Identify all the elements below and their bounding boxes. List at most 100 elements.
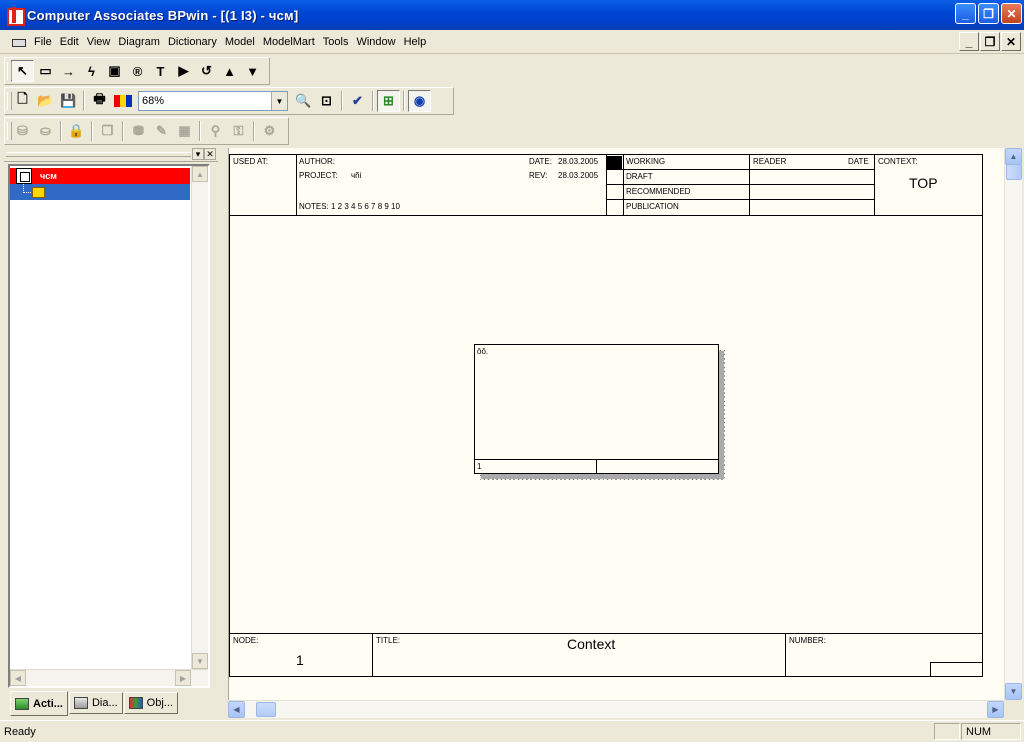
document-menu-icon[interactable]	[10, 35, 28, 49]
diagram-vertical-scrollbar[interactable]: ▲ ▼	[1004, 148, 1022, 700]
zoom-value: 68%	[142, 95, 165, 107]
model-tree[interactable]: чсм ▲ ▼ ◀ ▶	[8, 164, 210, 688]
arrow-tool-icon[interactable]: →	[57, 60, 80, 82]
status-draft: DRAFT	[626, 172, 653, 181]
zoom-fit-icon[interactable]: ⊡	[315, 90, 338, 112]
activity-box[interactable]: ôô. 1	[474, 344, 719, 474]
scroll-left-icon[interactable]: ◀	[228, 701, 245, 718]
node-value: 1	[296, 652, 304, 668]
spell-check-icon[interactable]: ✔	[346, 90, 369, 112]
mm-help-icon[interactable]: ⚙	[258, 120, 281, 142]
tree-item-child[interactable]	[10, 184, 190, 200]
tree-item-root-label: чсм	[40, 171, 57, 181]
mm-grid-icon[interactable]: ▦	[173, 120, 196, 142]
used-at-label: USED AT:	[233, 157, 268, 166]
mm-users-icon[interactable]: ⚲	[204, 120, 227, 142]
status-bar: Ready NUM	[0, 720, 1024, 742]
diagram-footer-frame: NODE: 1 TITLE: Context NUMBER:	[229, 633, 983, 677]
open-folder-icon[interactable]: 📂	[34, 90, 57, 112]
menu-diagram[interactable]: Diagram	[114, 36, 164, 48]
menu-model[interactable]: Model	[221, 36, 259, 48]
tab-diagrams-label: Dia...	[91, 697, 118, 709]
panel-grip[interactable]	[6, 152, 191, 157]
mdi-minimize-button[interactable]: _	[959, 32, 979, 51]
tab-diagrams[interactable]: Dia...	[68, 692, 123, 714]
vertical-scroll-thumb[interactable]	[1006, 164, 1022, 180]
modelmart-globe-icon[interactable]: ◉	[408, 90, 431, 112]
date-value: 28.03.2005	[558, 157, 599, 166]
notes-label: NOTES: 1 2 3 4 5 6 7 8 9 10	[299, 202, 400, 211]
mm-security-icon[interactable]: ⚿	[227, 120, 250, 142]
tree-horizontal-scrollbar[interactable]: ◀ ▶	[10, 669, 208, 686]
tree-vertical-scrollbar[interactable]: ▲ ▼	[191, 166, 208, 669]
menu-tools[interactable]: Tools	[319, 36, 353, 48]
print-icon[interactable]: 🖶	[88, 90, 111, 112]
menu-modelmart[interactable]: ModelMart	[259, 36, 319, 48]
scroll-up-icon[interactable]: ▲	[192, 166, 208, 182]
node-label: NODE:	[233, 636, 259, 645]
color-palette-icon[interactable]	[111, 90, 134, 112]
scroll-down-icon[interactable]: ▼	[1005, 683, 1022, 700]
status-publication: PUBLICATION	[626, 202, 679, 211]
mdi-close-button[interactable]: ✕	[1001, 32, 1021, 51]
lock-icon[interactable]: 🔒	[65, 120, 88, 142]
mm-edit-icon[interactable]: ✎	[150, 120, 173, 142]
diagram-horizontal-scrollbar[interactable]: ◀ ▶	[228, 700, 1004, 718]
box-tool-icon[interactable]: ▭	[34, 60, 57, 82]
mm-library-icon[interactable]: ❐	[96, 120, 119, 142]
pointer-tool-icon[interactable]: ↖	[11, 60, 34, 82]
menu-help[interactable]: Help	[400, 36, 431, 48]
mdi-restore-button[interactable]: ❐	[980, 32, 1000, 51]
scroll-down-icon[interactable]: ▼	[192, 653, 208, 669]
panel-close-icon[interactable]: ✕	[204, 148, 216, 160]
diagram-header-frame: USED AT: AUTHOR: PROJECT: чñі DATE: 28.0…	[229, 154, 983, 216]
date-label: DATE:	[529, 157, 552, 166]
tree-connector	[23, 184, 31, 193]
mm-open-icon[interactable]: ⛃	[127, 120, 150, 142]
activity-box-number: 1	[477, 462, 482, 471]
save-icon[interactable]: 💾	[57, 90, 80, 112]
text-tool-icon[interactable]: T	[149, 60, 172, 82]
menu-view[interactable]: View	[83, 36, 115, 48]
undo-icon[interactable]: ↺	[195, 60, 218, 82]
panel-minimize-icon[interactable]: ▾	[192, 148, 204, 160]
tree-tabs: Acti... Dia... Obj...	[10, 691, 179, 716]
go-down-icon[interactable]: ▼	[241, 60, 264, 82]
go-to-sibling-icon[interactable]: ▶	[172, 60, 195, 82]
tree-item-root[interactable]: чсм	[10, 168, 190, 184]
scroll-right-icon[interactable]: ▶	[175, 670, 191, 686]
activity-box-icon	[32, 186, 45, 198]
tree-panel-header: ▾ ✕	[4, 148, 218, 162]
menu-file[interactable]: File	[30, 36, 56, 48]
menu-edit[interactable]: Edit	[56, 36, 83, 48]
note-tool-icon[interactable]: ®	[126, 60, 149, 82]
restore-button[interactable]: ❐	[978, 3, 999, 24]
mm-connect-icon[interactable]: ⛁	[11, 120, 34, 142]
mm-disconnect-icon[interactable]: ⛀	[34, 120, 57, 142]
working-status-indicator	[607, 156, 622, 169]
num-lock-indicator: NUM	[961, 723, 1021, 740]
referent-tool-icon[interactable]: ▣	[103, 60, 126, 82]
model-explorer-icon[interactable]: ⊞	[377, 90, 400, 112]
scroll-left-icon[interactable]: ◀	[10, 670, 26, 686]
scroll-up-icon[interactable]: ▲	[1005, 148, 1022, 165]
tab-objects[interactable]: Obj...	[123, 692, 178, 714]
minimize-button[interactable]: _	[955, 3, 976, 24]
go-up-icon[interactable]: ▲	[218, 60, 241, 82]
new-file-icon[interactable]: 🗋	[11, 90, 34, 112]
chevron-down-icon[interactable]: ▼	[271, 92, 287, 110]
close-icon: ✕	[1006, 6, 1017, 21]
menu-dictionary[interactable]: Dictionary	[164, 36, 221, 48]
minimize-icon: _	[965, 34, 973, 49]
zoom-select[interactable]: 68% ▼	[138, 91, 288, 111]
diagram-canvas[interactable]: USED AT: AUTHOR: PROJECT: чñі DATE: 28.0…	[228, 148, 1004, 700]
scroll-right-icon[interactable]: ▶	[987, 701, 1004, 718]
tab-activities[interactable]: Acti...	[10, 691, 68, 716]
squiggle-tool-icon[interactable]: ϟ	[80, 60, 103, 82]
horizontal-scroll-thumb[interactable]	[256, 702, 276, 717]
status-cell-empty	[934, 723, 960, 740]
menu-window[interactable]: Window	[352, 36, 399, 48]
close-button[interactable]: ✕	[1001, 3, 1022, 24]
bpwin-app-icon[interactable]	[6, 7, 25, 26]
zoom-in-icon[interactable]: 🔍	[292, 90, 315, 112]
